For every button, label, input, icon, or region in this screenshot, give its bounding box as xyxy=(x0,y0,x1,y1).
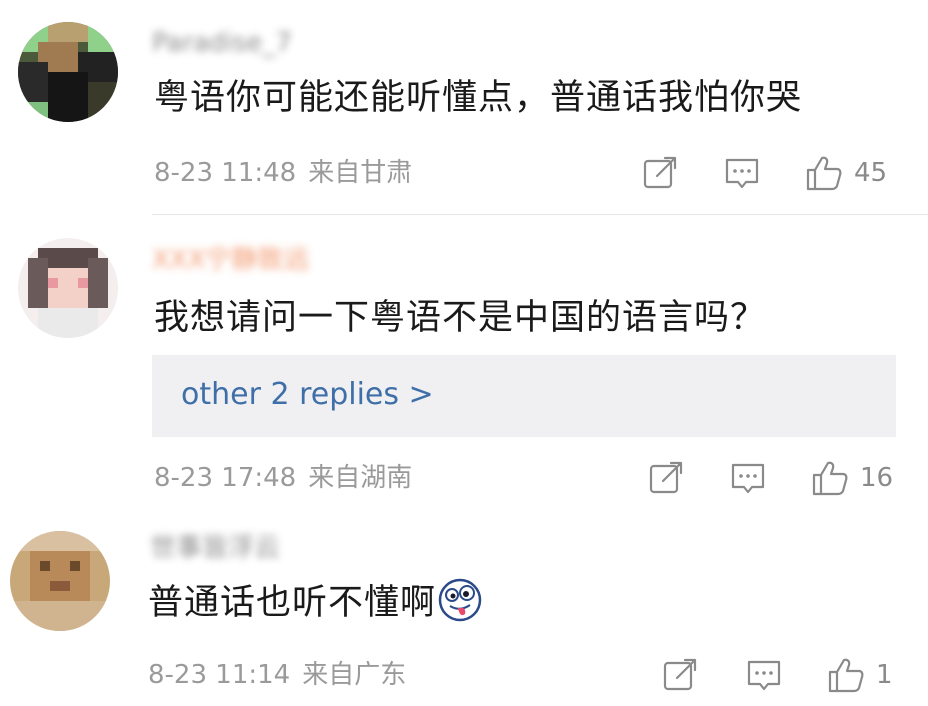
replies-box[interactable]: other 2 replies > xyxy=(152,355,896,437)
username[interactable]: Paradise_7 xyxy=(152,28,292,58)
like-button[interactable]: 1 xyxy=(826,655,893,695)
comment-location: 来自湖南 xyxy=(308,463,413,493)
comment-meta: 8-23 17:48 来自湖南 xyxy=(154,463,412,493)
avatar[interactable] xyxy=(18,238,118,338)
comment-location: 来自广东 xyxy=(302,660,407,690)
username[interactable]: XXX宁静致远 xyxy=(152,245,309,275)
comment-meta: 8-23 11:48 来自甘肃 xyxy=(154,158,412,188)
comment-time: 8-23 11:48 xyxy=(154,158,297,188)
like-count: 16 xyxy=(860,463,894,493)
avatar[interactable] xyxy=(18,22,118,122)
comment-actions: 16 xyxy=(646,458,906,498)
like-icon xyxy=(810,458,850,498)
share-icon xyxy=(660,655,700,695)
comment-item: 世事皆浮云 普通话也听不懂啊 8-23 11:14 来自广东 1 xyxy=(0,505,928,706)
comment-button[interactable] xyxy=(728,458,768,498)
like-icon xyxy=(804,153,844,193)
comment-text: 我想请问一下粤语不是中国的语言吗？ xyxy=(154,298,767,338)
comment-icon xyxy=(728,458,768,498)
share-icon xyxy=(646,458,686,498)
comment-item: Paradise_7 粤语你可能还能听懂点，普通话我怕你哭 8-23 11:48… xyxy=(0,0,928,215)
comment-text-content: 普通话也听不懂啊 xyxy=(148,583,437,623)
share-icon xyxy=(640,153,680,193)
comment-location: 来自甘肃 xyxy=(308,158,413,188)
username[interactable]: 世事皆浮云 xyxy=(150,533,280,563)
like-count: 1 xyxy=(876,660,893,690)
like-button[interactable]: 45 xyxy=(804,153,887,193)
like-button[interactable]: 16 xyxy=(810,458,893,498)
comment-time: 8-23 11:14 xyxy=(148,660,291,690)
comment-meta: 8-23 11:14 来自广东 xyxy=(148,660,406,690)
share-button[interactable] xyxy=(640,153,680,193)
comment-actions: 1 xyxy=(660,655,920,695)
comment-time: 8-23 17:48 xyxy=(154,463,297,493)
like-count: 45 xyxy=(854,158,888,188)
comment-button[interactable] xyxy=(722,153,762,193)
comment-icon xyxy=(722,153,762,193)
comment-actions: 45 xyxy=(640,153,900,193)
comment-button[interactable] xyxy=(744,655,784,695)
comment-text: 普通话也听不懂啊 xyxy=(148,578,482,626)
avatar[interactable] xyxy=(10,531,110,631)
comment-icon xyxy=(744,655,784,695)
share-button[interactable] xyxy=(646,458,686,498)
view-replies-link[interactable]: other 2 replies > xyxy=(181,377,434,413)
share-button[interactable] xyxy=(660,655,700,695)
like-icon xyxy=(826,655,866,695)
crazy-face-emoji-icon xyxy=(438,578,482,622)
comment-text: 粤语你可能还能听懂点，普通话我怕你哭 xyxy=(154,78,803,118)
